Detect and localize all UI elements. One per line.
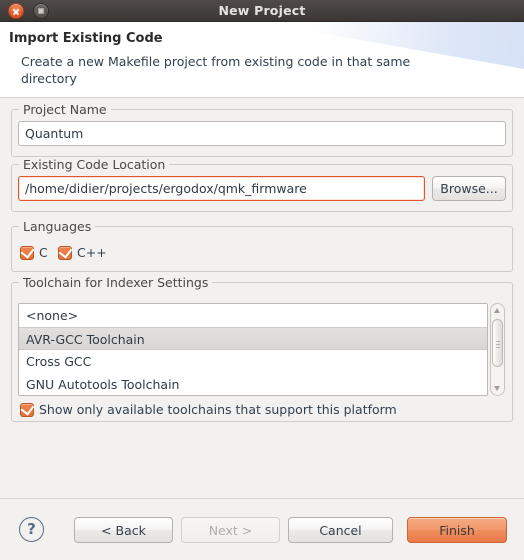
project-name-legend: Project Name	[19, 102, 111, 117]
checkbox-language-c[interactable]	[20, 244, 35, 260]
scroll-down-icon[interactable]	[491, 382, 504, 395]
title-bar: New Project	[0, 0, 524, 22]
next-button: Next >	[181, 517, 280, 543]
new-project-dialog: New Project Import Existing Code Create …	[0, 0, 524, 560]
toolchain-list[interactable]: <none> AVR-GCC Toolchain Cross GCC GNU A…	[18, 303, 488, 396]
toolchain-legend: Toolchain for Indexer Settings	[19, 275, 213, 290]
back-button[interactable]: < Back	[74, 517, 173, 543]
list-item[interactable]: <none>	[19, 304, 487, 327]
checkbox-show-only-available[interactable]	[20, 401, 35, 417]
existing-code-location-input[interactable]	[18, 176, 425, 201]
list-item[interactable]: Cross GCC	[19, 350, 487, 373]
languages-legend: Languages	[19, 219, 96, 234]
scroll-up-icon[interactable]	[491, 304, 504, 317]
cancel-button[interactable]: Cancel	[288, 517, 393, 543]
dialog-body: Project Name Existing Code Location Brow…	[0, 98, 524, 498]
project-name-input[interactable]	[18, 121, 506, 146]
checkbox-language-cpp[interactable]	[58, 244, 73, 260]
page-title: Import Existing Code	[9, 31, 163, 46]
dialog-header: Import Existing Code Create a new Makefi…	[0, 22, 524, 98]
list-item[interactable]: AVR-GCC Toolchain	[19, 327, 487, 350]
label-show-only-available: Show only available toolchains that supp…	[39, 402, 397, 417]
page-description: Create a new Makefile project from exist…	[21, 54, 411, 86]
label-language-c: C	[39, 245, 48, 260]
help-icon[interactable]: ?	[19, 517, 44, 542]
scrollbar-thumb[interactable]	[492, 319, 503, 367]
finish-button[interactable]: Finish	[407, 517, 507, 543]
list-item[interactable]: GNU Autotools Toolchain	[19, 373, 487, 395]
existing-code-location-legend: Existing Code Location	[19, 157, 170, 172]
label-language-cpp: C++	[77, 245, 107, 260]
toolchain-list-scrollbar[interactable]	[490, 303, 505, 396]
browse-button[interactable]: Browse...	[432, 176, 506, 201]
window-title: New Project	[218, 3, 306, 18]
